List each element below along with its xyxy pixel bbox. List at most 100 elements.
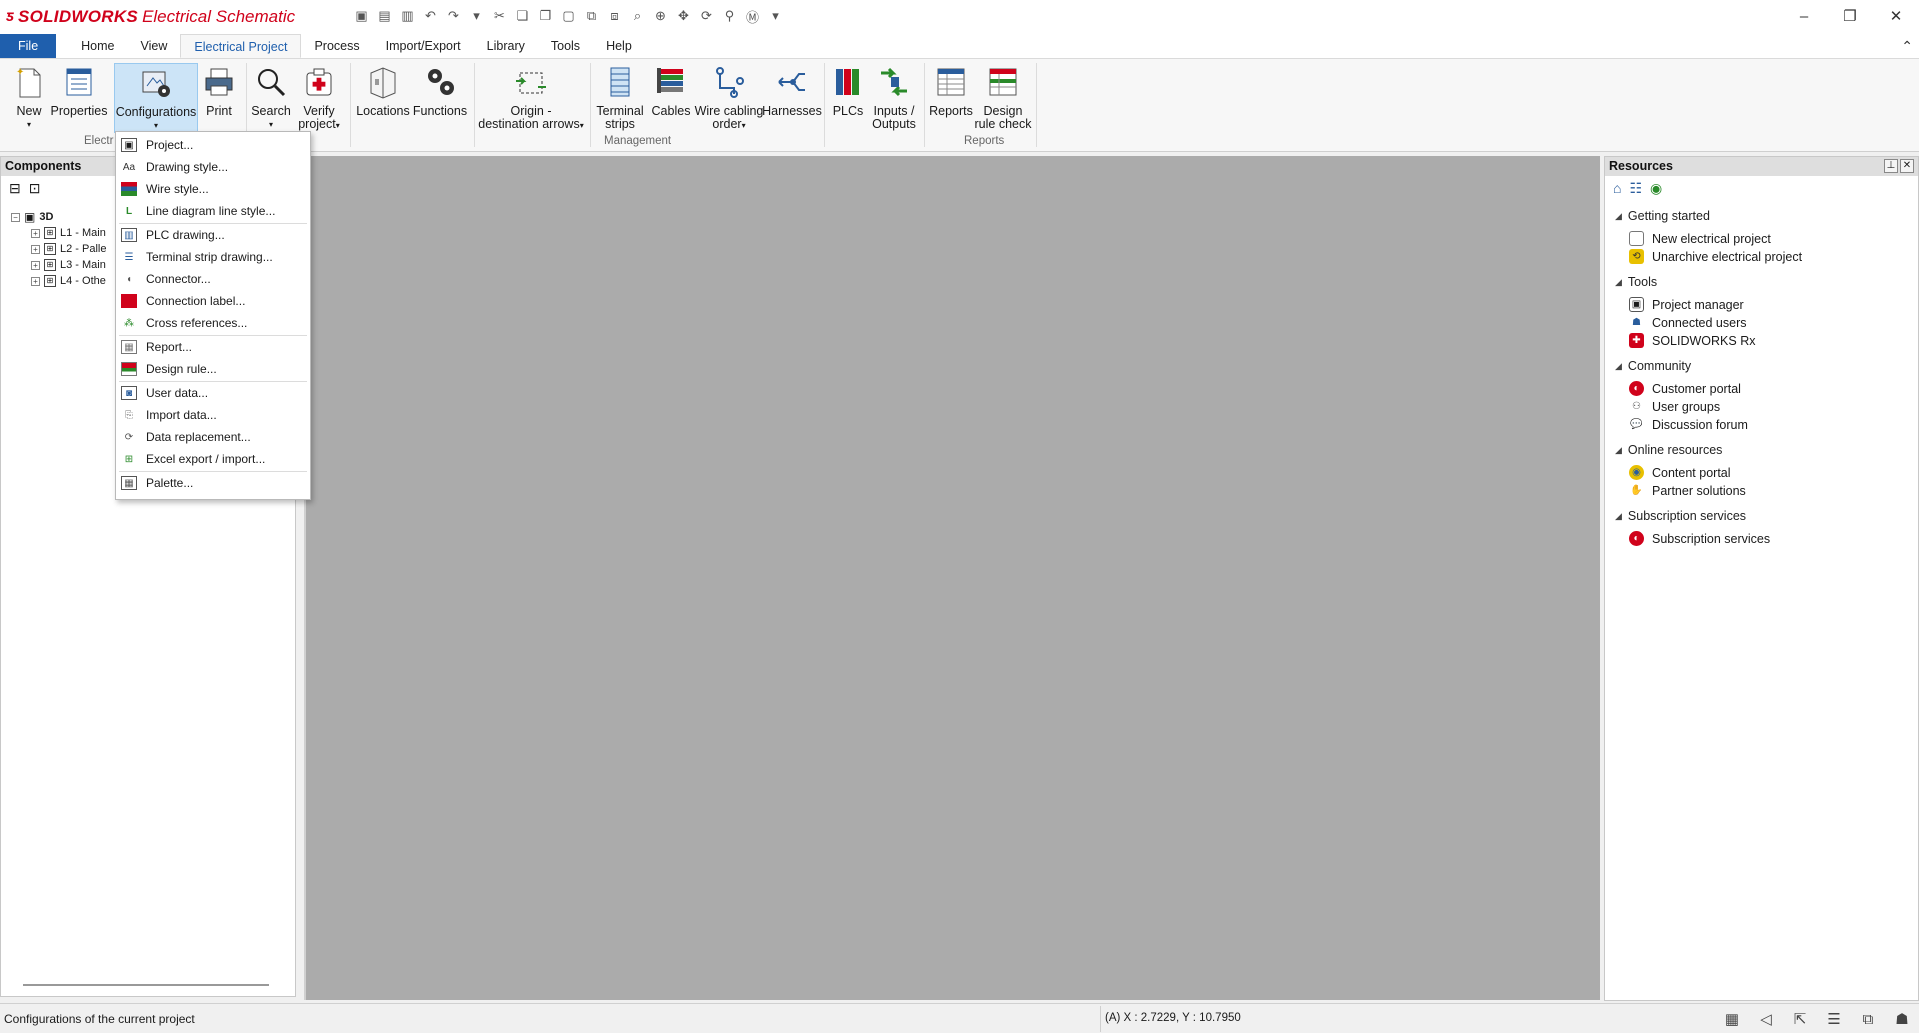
resource-customer-portal[interactable]: ◐ Customer portal [1629, 381, 1741, 396]
origin-destination-arrows-button[interactable]: Origin - destination arrows▾ [476, 63, 586, 133]
menu-item-import-data[interactable]: ⎘ Import data... [116, 405, 310, 425]
menu-item-excel-export-import[interactable]: ⊞ Excel export / import... [116, 449, 310, 469]
section-subscription-services[interactable]: ◢ Subscription services [1615, 509, 1746, 523]
pin-icon[interactable]: ⊥ [1884, 159, 1898, 173]
resource-partner-solutions[interactable]: ✋ Partner solutions [1629, 483, 1746, 498]
resource-unarchive-project[interactable]: ⟲ Unarchive electrical project [1629, 249, 1802, 264]
zoom-icon[interactable]: ⌕ [628, 6, 647, 26]
search-button[interactable]: Search ▾ [251, 63, 291, 133]
expand-icon[interactable]: + [31, 244, 40, 254]
pan-icon[interactable]: ✥ [674, 6, 693, 26]
menu-item-plc-drawing[interactable]: ▥ PLC drawing... [116, 225, 310, 245]
print-icon[interactable]: ▥ [398, 6, 417, 26]
dropdown-icon[interactable]: ▾ [766, 6, 785, 26]
tab-home[interactable]: Home [68, 34, 127, 58]
ortho-icon[interactable]: ◁ [1753, 1007, 1779, 1031]
resource-user-groups[interactable]: ⚇ User groups [1629, 399, 1720, 414]
resource-discussion-forum[interactable]: 💬 Discussion forum [1629, 417, 1748, 432]
snap-icon[interactable]: ⇱ [1787, 1007, 1813, 1031]
filter-icon[interactable]: ⊡ [29, 180, 41, 197]
collapse-triangle-icon[interactable]: ◢ [1615, 511, 1622, 522]
connected-users-icon[interactable]: ☗ [1889, 1007, 1915, 1031]
tree-node[interactable]: + ⊞ L1 - Main [31, 225, 106, 241]
search-icon[interactable]: ⚲ [720, 6, 739, 26]
menu-item-drawing-style[interactable]: Aa Drawing style... [116, 157, 310, 177]
horizontal-scrollbar[interactable] [23, 984, 269, 986]
print-button[interactable]: Print [202, 63, 236, 133]
reports-button[interactable]: Reports [928, 63, 974, 133]
menu-item-cross-references[interactable]: ⁂ Cross references... [116, 313, 310, 333]
tab-electrical-project[interactable]: Electrical Project [180, 34, 302, 58]
duplicate-icon[interactable]: ⧈ [605, 6, 624, 26]
home-icon[interactable]: ⌂ [1613, 180, 1621, 196]
expand-icon[interactable]: + [31, 260, 40, 270]
menu-item-connection-label[interactable]: Connection label... [116, 291, 310, 311]
copy-icon[interactable]: ❏ [513, 6, 532, 26]
collapse-all-icon[interactable]: ⊟ [9, 180, 21, 197]
paste-icon[interactable]: ❐ [536, 6, 555, 26]
tree-root[interactable]: − ▣ 3D [11, 209, 106, 225]
project-icon[interactable]: ▣ [352, 6, 371, 26]
tree-node[interactable]: + ⊞ L2 - Palle [31, 241, 106, 257]
macro-icon[interactable]: Ⓜ [743, 6, 762, 26]
tree-node[interactable]: + ⊞ L4 - Othe [31, 273, 106, 289]
harnesses-button[interactable]: Harnesses [762, 63, 822, 133]
menu-item-data-replacement[interactable]: ⟳ Data replacement... [116, 427, 310, 447]
configurations-button[interactable]: Configurations ▾ [114, 63, 198, 133]
restore-button[interactable]: ❐ [1827, 0, 1873, 32]
resource-new-electrical-project[interactable]: New electrical project [1629, 231, 1771, 246]
minimize-button[interactable]: – [1781, 0, 1827, 32]
drawing-area[interactable] [304, 156, 1600, 1000]
properties-button[interactable]: Properties [50, 63, 108, 133]
collapse-triangle-icon[interactable]: ◢ [1615, 211, 1622, 222]
menu-item-connector[interactable]: ◖ Connector... [116, 269, 310, 289]
menu-item-report[interactable]: ▦ Report... [116, 337, 310, 357]
menu-item-line-diagram-line-style[interactable]: L Line diagram line style... [116, 201, 310, 221]
menu-item-palette[interactable]: ▦ Palette... [116, 473, 310, 493]
web-icon[interactable]: ◉ [1650, 180, 1662, 197]
tree-node[interactable]: + ⊞ L3 - Main [31, 257, 106, 273]
expand-icon[interactable]: + [31, 276, 40, 286]
inputs-outputs-button[interactable]: Inputs / Outputs [868, 63, 920, 133]
resource-content-portal[interactable]: ◉ Content portal [1629, 465, 1731, 480]
expand-icon[interactable]: + [31, 228, 40, 238]
customize-icon[interactable]: ▾ [467, 6, 486, 26]
section-getting-started[interactable]: ◢ Getting started [1615, 209, 1710, 223]
resource-connected-users[interactable]: ☗ Connected users [1629, 315, 1747, 330]
layers-icon[interactable]: ☰ [1821, 1007, 1847, 1031]
plcs-button[interactable]: PLCs [830, 63, 866, 133]
collapse-ribbon-icon[interactable]: ⌃ [1901, 38, 1913, 55]
tab-file[interactable]: File [0, 34, 57, 58]
wire-cabling-order-button[interactable]: Wire cabling order▾ [694, 63, 764, 133]
menu-item-project[interactable]: ▣ Project... [116, 135, 310, 155]
collapse-triangle-icon[interactable]: ◢ [1615, 277, 1622, 288]
menu-item-terminal-strip-drawing[interactable]: ☰ Terminal strip drawing... [116, 247, 310, 267]
collapse-icon[interactable]: − [11, 212, 20, 222]
save-icon[interactable]: ▤ [375, 6, 394, 26]
collapse-triangle-icon[interactable]: ◢ [1615, 361, 1622, 372]
undo-icon[interactable]: ↶ [421, 6, 440, 26]
verify-project-button[interactable]: Verify project▾ [294, 63, 344, 133]
menu-item-wire-style[interactable]: Wire style... [116, 179, 310, 199]
menu-item-user-data[interactable]: ◙ User data... [116, 383, 310, 403]
close-button[interactable]: ✕ [1873, 0, 1919, 32]
terminal-strips-button[interactable]: Terminal strips [594, 63, 646, 133]
tab-help[interactable]: Help [593, 34, 645, 58]
regenerate-icon[interactable]: ⟳ [697, 6, 716, 26]
resource-project-manager[interactable]: ▣ Project manager [1629, 297, 1744, 312]
close-icon[interactable]: ✕ [1900, 159, 1914, 173]
section-tools[interactable]: ◢ Tools [1615, 275, 1657, 289]
window-icon[interactable]: ⧉ [1855, 1007, 1881, 1031]
tab-view[interactable]: View [128, 34, 181, 58]
section-online-resources[interactable]: ◢ Online resources [1615, 443, 1722, 457]
collapse-triangle-icon[interactable]: ◢ [1615, 445, 1622, 456]
locations-button[interactable]: Locations [356, 63, 410, 133]
tab-library[interactable]: Library [474, 34, 538, 58]
tab-import-export[interactable]: Import/Export [373, 34, 474, 58]
new-button[interactable]: ✦ New ▾ [12, 63, 46, 133]
paste-special-icon[interactable]: ▢ [559, 6, 578, 26]
tab-tools[interactable]: Tools [538, 34, 593, 58]
copy-format-icon[interactable]: ⧉ [582, 6, 601, 26]
design-rule-check-button[interactable]: Design rule check [974, 63, 1032, 133]
resource-subscription-services[interactable]: ◐ Subscription services [1629, 531, 1770, 546]
